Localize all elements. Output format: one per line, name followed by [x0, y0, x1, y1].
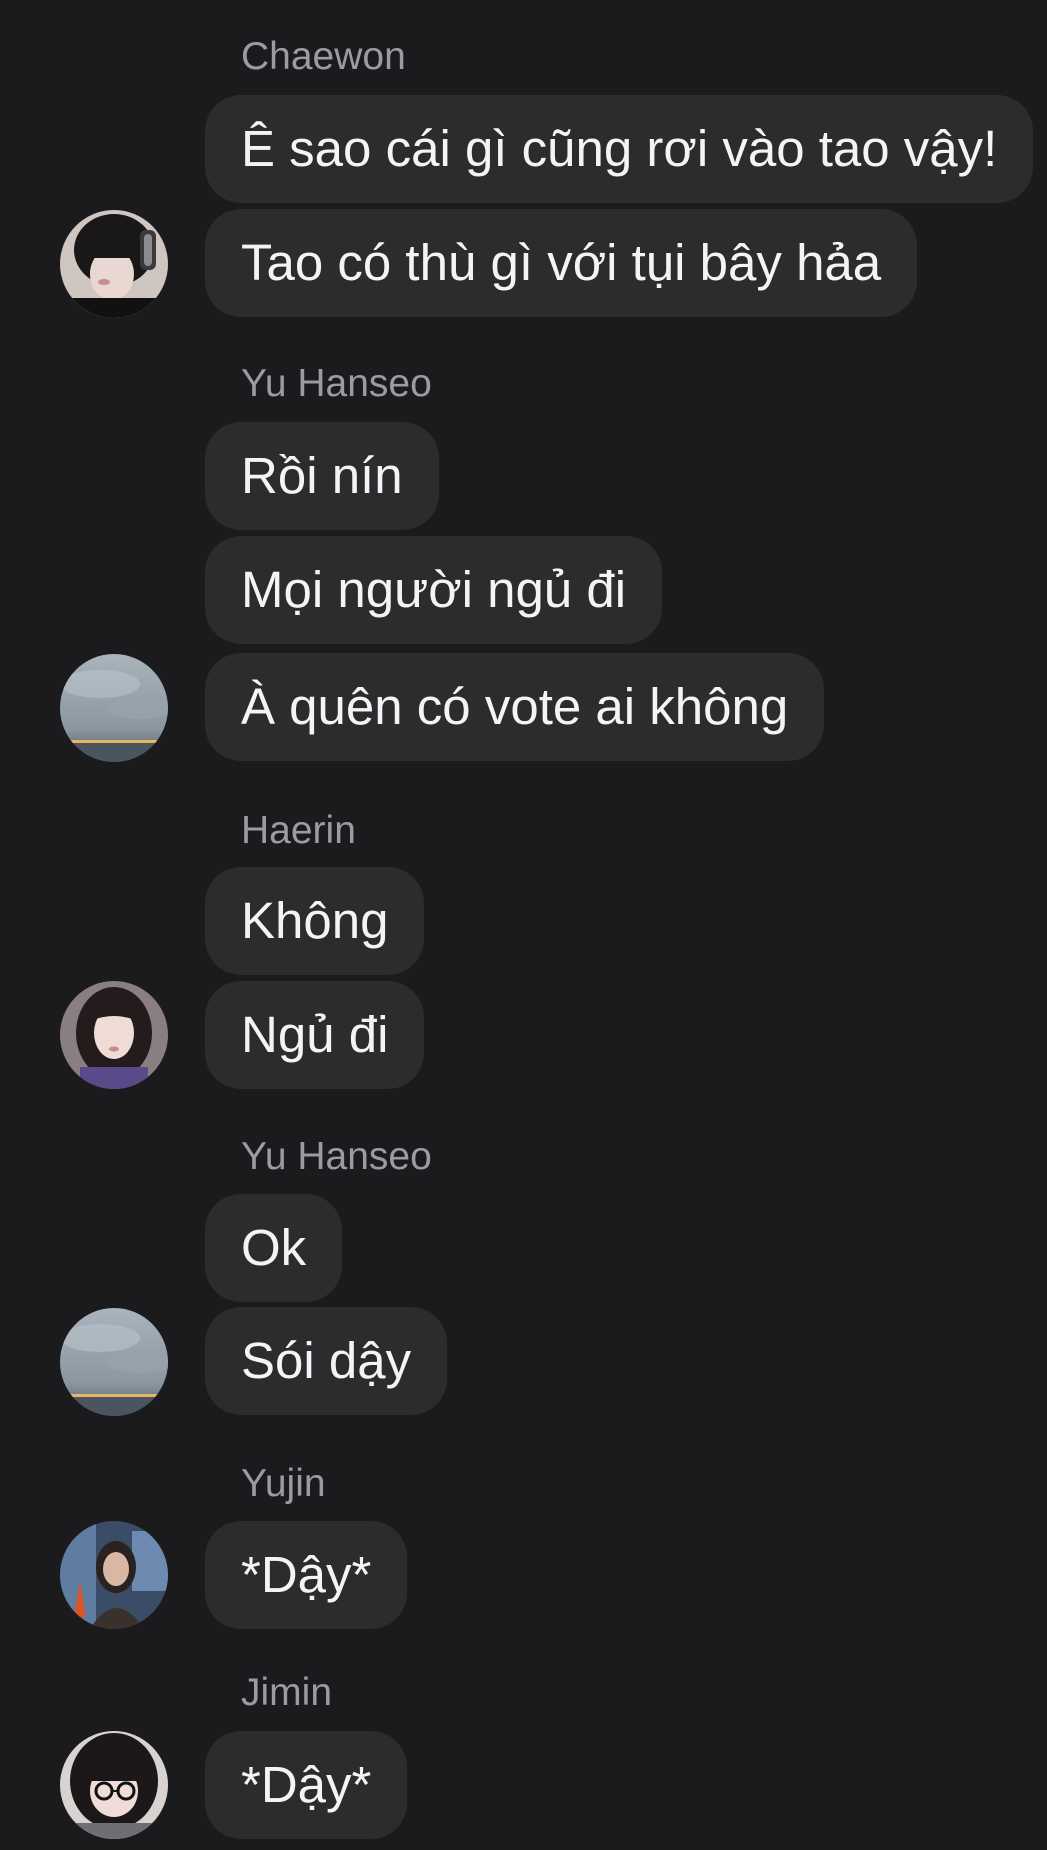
message-bubble[interactable]: Sói dậy — [205, 1307, 448, 1415]
message-bubble[interactable]: À quên có vote ai không — [205, 653, 825, 761]
avatar-yu-hanseo[interactable] — [60, 654, 168, 762]
sender-name: Chaewon — [241, 35, 406, 78]
message-bubble[interactable]: Tao có thù gì với tụi bây hảa — [205, 209, 918, 317]
message-bubble[interactable]: Ê sao cái gì cũng rơi vào tao vậy! — [205, 95, 1034, 203]
message-bubble[interactable]: Mọi người ngủ đi — [205, 536, 663, 644]
message-bubble[interactable]: Ok — [205, 1194, 343, 1302]
avatar-chaewon[interactable] — [60, 210, 168, 318]
sender-name: Yu Hanseo — [241, 362, 432, 405]
message-bubble[interactable]: Ngủ đi — [205, 981, 425, 1089]
sender-name: Yujin — [241, 1462, 326, 1505]
message-bubble[interactable]: *Dậy* — [205, 1731, 408, 1839]
message-bubble[interactable]: Không — [205, 867, 425, 975]
sender-name: Yu Hanseo — [241, 1135, 432, 1178]
message-bubble[interactable]: Rồi nín — [205, 422, 439, 530]
avatar-yu-hanseo[interactable] — [60, 1308, 168, 1416]
message-bubble[interactable]: *Dậy* — [205, 1521, 408, 1629]
avatar-haerin[interactable] — [60, 981, 168, 1089]
sender-name: Jimin — [241, 1671, 333, 1714]
avatar-yujin[interactable] — [60, 1521, 168, 1629]
chat-thread: Chaewon Ê sao cái gì cũng rơi vào tao vậ… — [0, 0, 1047, 1850]
avatar-jimin[interactable] — [60, 1731, 168, 1839]
sender-name: Haerin — [241, 809, 356, 852]
